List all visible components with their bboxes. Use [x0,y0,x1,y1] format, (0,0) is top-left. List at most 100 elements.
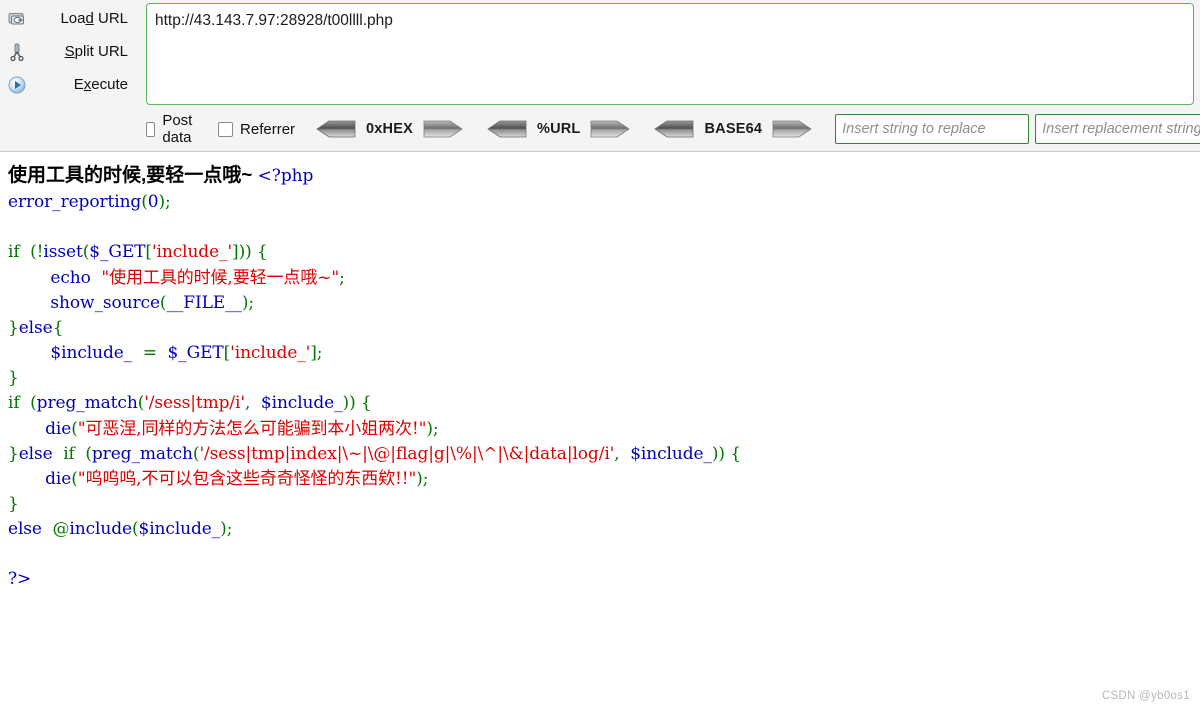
source-line [8,542,1192,567]
source-line: die("可恶涅,同样的方法怎么可能骗到本小姐两次!"); [8,417,1192,442]
url-input[interactable]: http://43.143.7.97:28928/t00llll.php [146,3,1194,105]
split-url-button[interactable]: Split URL [0,35,140,68]
scissors-icon [0,42,34,62]
referrer-checkbox[interactable]: Referrer [218,121,295,138]
code-token: preg_match [36,393,138,414]
code-token: 'include_' [151,242,233,263]
source-line: error_reporting(0); [8,190,1192,215]
base64-codec-label: BASE64 [704,121,763,137]
code-token: } [8,443,19,464]
base64-codec-group: BASE64 [653,119,813,139]
code-token: $_GET [167,343,224,364]
code-token: isset [43,242,83,263]
code-token: else [18,443,53,464]
base64-decode-arrow[interactable] [653,119,695,139]
referrer-label: Referrer [240,120,296,138]
load-url-icon [0,9,34,29]
source-line: $include_ = $_GET['include_']; [8,341,1192,366]
hex-decode-arrow[interactable] [315,119,357,139]
url-decode-arrow[interactable] [486,119,528,139]
code-token: ]; [310,343,323,364]
code-token: ; [339,267,345,288]
code-token: ); [241,292,255,313]
code-token: '/sess|tmp|index|\~|\@|flag|g|\%|\^|\&|d… [199,443,615,464]
code-token: , [614,443,631,464]
code-token: 'include_' [230,343,311,364]
source-line [8,215,1192,240]
code-token: = [132,343,168,364]
code-token: } [8,493,19,514]
code-token: ])) { [232,242,268,263]
code-token: "可恶涅,同样的方法怎么可能骗到本小姐两次!" [77,418,427,439]
url-codec-group: %URL [486,119,632,139]
code-token: __FILE__ [166,292,242,313]
code-token: $include_ [138,519,221,540]
post-data-checkbox-box[interactable] [146,121,156,137]
code-token: '/sess|tmp/i' [144,393,245,414]
code-token: } [8,317,19,338]
source-line: } [8,492,1192,517]
code-token: echo [8,267,102,288]
hackbar-panel: Load URL Split URL Execute http://43.143… [0,0,1200,152]
replace-search-input[interactable] [835,114,1030,144]
referrer-checkbox-box[interactable] [218,121,234,137]
source-line: }else if (preg_match('/sess|tmp|index|\~… [8,442,1192,467]
source-line: show_source(__FILE__); [8,291,1192,316]
code-token: $include_ [260,393,343,414]
php-source-listing: 使用工具的时候,要轻一点哦~ <?php error_reporting(0); … [8,162,1192,593]
code-token: 0 [147,192,159,213]
url-encode-arrow[interactable] [589,119,631,139]
hex-encode-arrow[interactable] [422,119,464,139]
split-url-label: Split URL [64,43,128,60]
source-line: if (!isset($_GET['include_'])) { [8,240,1192,265]
play-icon [0,75,34,95]
replace-with-input[interactable] [1035,114,1200,144]
code-token: )) { [342,393,372,414]
code-token: , [244,393,261,414]
code-token: if ( [52,443,92,464]
source-line: if (preg_match('/sess|tmp/i', $include_)… [8,391,1192,416]
code-token: "呜呜呜,不可以包含这些奇奇怪怪的东西欸!!" [77,468,417,489]
code-token: @ [52,519,70,540]
code-token: die [8,418,72,439]
execute-button[interactable]: Execute [0,68,140,101]
code-token: ); [158,192,171,213]
source-line: } [8,366,1192,391]
code-token: preg_match [91,443,193,464]
load-url-button[interactable]: Load URL [0,2,140,35]
code-token: ); [416,468,429,489]
hackbar-action-column: Load URL Split URL Execute [0,0,140,108]
source-line: ?> [8,567,1192,592]
source-line: else @include($include_); [8,517,1192,542]
code-token: include [69,519,132,540]
code-token: "使用工具的时候,要轻一点哦~" [101,267,340,288]
source-line: die("呜呜呜,不可以包含这些奇奇怪怪的东西欸!!"); [8,467,1192,492]
code-token: ); [426,418,439,439]
post-data-checkbox[interactable]: Post data [146,112,198,146]
base64-encode-arrow[interactable] [771,119,813,139]
source-line: echo "使用工具的时候,要轻一点哦~"; [8,266,1192,291]
code-token: die [8,468,72,489]
source-line: }else{ [8,316,1192,341]
code-token: <?php [257,166,314,186]
code-token: { [52,317,64,338]
post-data-label: Post data [162,112,193,146]
code-token: error_reporting [8,192,142,213]
code-token: if ( [8,393,37,414]
hex-codec-group: 0xHEX [315,119,464,139]
code-token: $_GET [89,242,146,263]
execute-label: Execute [73,76,128,93]
code-token: $include_ [630,443,712,464]
code-token: $include_ [8,343,133,364]
hackbar-toolbar: Post data Referrer 0xHEX %URL BASE64 Ins… [146,110,1200,148]
code-token: } [8,368,19,389]
code-token: if ( [8,242,37,263]
code-token: else [18,317,53,338]
code-token: ?> [8,569,32,590]
code-token: else [8,519,53,540]
csdn-watermark: CSDN @yb0os1 [1101,690,1190,702]
code-token: ); [220,519,233,540]
output-banner: 使用工具的时候,要轻一点哦~ [8,165,258,186]
url-field-wrapper: http://43.143.7.97:28928/t00llll.php [146,3,1194,105]
url-codec-label: %URL [536,121,581,137]
